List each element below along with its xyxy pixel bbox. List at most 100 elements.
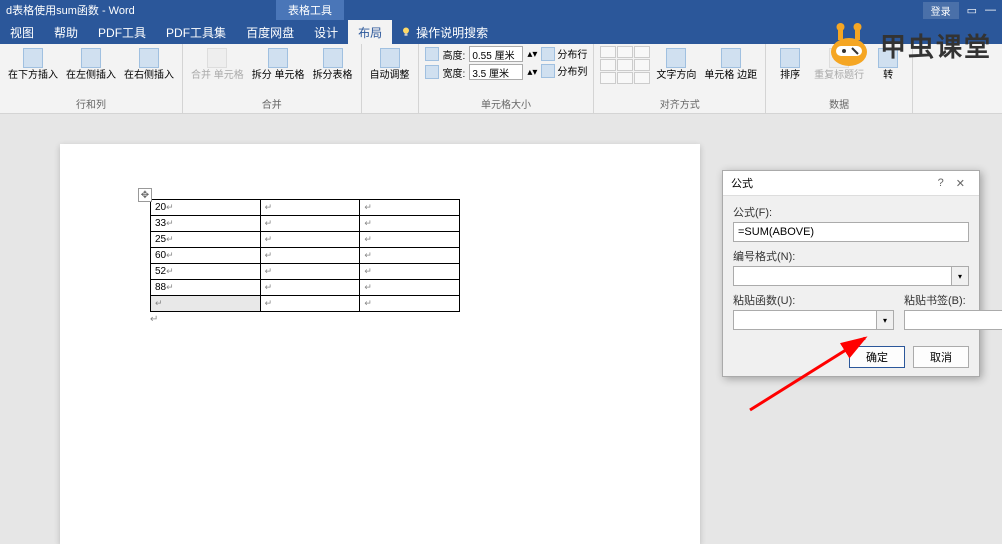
format-input[interactable] <box>733 266 951 286</box>
group-cell-size: 高度: ▴▾ 宽度: ▴▾ 分布行 分布列 单元格大小 <box>419 44 595 113</box>
dialog-close-button[interactable]: ✕ <box>950 177 971 190</box>
formula-input[interactable] <box>733 222 969 242</box>
tab-baidu[interactable]: 百度网盘 <box>236 20 304 45</box>
table-cell[interactable]: ↵ <box>360 264 460 280</box>
cell-margins-button[interactable]: 单元格 边距 <box>702 46 759 84</box>
group-label: 数据 <box>772 94 906 111</box>
table-cell[interactable]: ↵ <box>260 264 360 280</box>
table-cell[interactable]: 52↵ <box>151 264 261 280</box>
tab-pdf-toolset[interactable]: PDF工具集 <box>156 20 236 45</box>
width-input[interactable] <box>469 64 523 80</box>
insert-below-button[interactable]: 在下方插入 <box>6 46 60 84</box>
dialog-titlebar[interactable]: 公式 ? ✕ <box>723 171 979 196</box>
group-autofit: 自动调整 <box>362 44 419 113</box>
paste-bookmark-input[interactable] <box>904 310 1002 330</box>
sort-button[interactable]: 排序 <box>772 46 808 84</box>
table-cell[interactable]: 20↵ <box>151 200 261 216</box>
table-cell[interactable]: ↵ <box>360 216 460 232</box>
autofit-icon <box>380 48 400 68</box>
split-table-button[interactable]: 拆分表格 <box>311 46 355 84</box>
align-mr[interactable] <box>634 59 650 71</box>
table-cell[interactable]: ↵ <box>360 296 460 312</box>
group-alignment: 文字方向 单元格 边距 对齐方式 <box>594 44 766 113</box>
table-row[interactable]: 88↵↵↵ <box>151 280 460 296</box>
ribbon-display-icon[interactable]: ▭ <box>967 4 977 17</box>
paste-func-combo[interactable]: ▾ <box>733 310 894 330</box>
word-table[interactable]: 20↵↵↵33↵↵↵25↵↵↵60↵↵↵52↵↵↵88↵↵↵↵↵↵ <box>150 199 460 312</box>
window-title: d表格使用sum函数 - Word <box>6 2 135 18</box>
height-icon <box>425 47 439 61</box>
format-combo[interactable]: ▾ <box>733 266 969 286</box>
align-bc[interactable] <box>617 72 633 84</box>
tab-layout[interactable]: 布局 <box>348 20 392 45</box>
paste-func-input[interactable] <box>733 310 876 330</box>
dist-cols-icon <box>541 64 555 78</box>
table-cell[interactable]: ↵ <box>151 296 261 312</box>
title-bar: d表格使用sum函数 - Word 登录 ▭ — <box>0 0 1002 20</box>
text-direction-button[interactable]: 文字方向 <box>654 46 698 84</box>
autofit-button[interactable]: 自动调整 <box>368 46 412 84</box>
align-mc[interactable] <box>617 59 633 71</box>
align-br[interactable] <box>634 72 650 84</box>
group-label: 单元格大小 <box>425 94 588 111</box>
insert-right-button[interactable]: 在右侧插入 <box>122 46 176 84</box>
tab-view[interactable]: 视图 <box>0 20 44 45</box>
login-button[interactable]: 登录 <box>923 2 959 19</box>
table-cell[interactable]: ↵ <box>360 280 460 296</box>
chevron-down-icon[interactable]: ▾ <box>951 266 969 286</box>
page[interactable]: ✥ 20↵↵↵33↵↵↵25↵↵↵60↵↵↵52↵↵↵88↵↵↵↵↵↵ ↵ <box>60 144 700 544</box>
tab-help[interactable]: 帮助 <box>44 20 88 45</box>
paste-bookmark-combo[interactable]: ▾ <box>904 310 1002 330</box>
table-cell[interactable]: ↵ <box>260 200 360 216</box>
tell-me-search[interactable]: 操作说明搜索 <box>400 24 488 41</box>
paste-func-label: 粘贴函数(U): <box>733 292 894 308</box>
split-cells-button[interactable]: 拆分 单元格 <box>250 46 307 84</box>
table-row[interactable]: 20↵↵↵ <box>151 200 460 216</box>
table-cell[interactable]: ↵ <box>360 232 460 248</box>
insert-left-button[interactable]: 在左侧插入 <box>64 46 118 84</box>
table-cell[interactable]: 25↵ <box>151 232 261 248</box>
align-tc[interactable] <box>617 46 633 58</box>
table-cell[interactable]: ↵ <box>260 232 360 248</box>
table-cell[interactable]: ↵ <box>260 296 360 312</box>
ok-button[interactable]: 确定 <box>849 346 905 368</box>
table-cell[interactable]: ↵ <box>260 216 360 232</box>
insert-below-icon <box>23 48 43 68</box>
table-row[interactable]: 33↵↵↵ <box>151 216 460 232</box>
minimize-icon[interactable]: — <box>985 4 996 16</box>
table-cell[interactable]: ↵ <box>360 248 460 264</box>
cell-margins-icon <box>721 48 741 68</box>
table-row[interactable]: 25↵↵↵ <box>151 232 460 248</box>
lightbulb-icon <box>400 26 412 38</box>
spinner-icon[interactable]: ▴▾ <box>527 67 537 78</box>
text-direction-icon <box>666 48 686 68</box>
group-label: 行和列 <box>6 94 176 111</box>
table-row[interactable]: 52↵↵↵ <box>151 264 460 280</box>
alignment-grid <box>600 46 650 84</box>
table-cell[interactable]: ↵ <box>260 280 360 296</box>
table-cell[interactable]: ↵ <box>360 200 460 216</box>
distribute-rows-button[interactable]: 分布行 <box>541 46 587 61</box>
align-ml[interactable] <box>600 59 616 71</box>
align-bl[interactable] <box>600 72 616 84</box>
align-tr[interactable] <box>634 46 650 58</box>
table-cell[interactable]: 88↵ <box>151 280 261 296</box>
table-cell[interactable]: 33↵ <box>151 216 261 232</box>
cancel-button[interactable]: 取消 <box>913 346 969 368</box>
dialog-help-button[interactable]: ? <box>932 177 950 189</box>
align-tl[interactable] <box>600 46 616 58</box>
table-cell[interactable]: 60↵ <box>151 248 261 264</box>
table-row[interactable]: 60↵↵↵ <box>151 248 460 264</box>
tab-design[interactable]: 设计 <box>304 20 348 45</box>
table-cell[interactable]: ↵ <box>260 248 360 264</box>
watermark-text: 甲虫课堂 <box>880 27 992 64</box>
chevron-down-icon[interactable]: ▾ <box>876 310 894 330</box>
merge-cells-icon <box>207 48 227 68</box>
merge-cells-button: 合并 单元格 <box>189 46 246 84</box>
table-row[interactable]: ↵↵↵ <box>151 296 460 312</box>
tab-pdf-tool[interactable]: PDF工具 <box>88 20 156 45</box>
spinner-icon[interactable]: ▴▾ <box>527 49 537 60</box>
group-merge: 合并 单元格 拆分 单元格 拆分表格 合并 <box>183 44 362 113</box>
height-input[interactable] <box>469 46 523 62</box>
distribute-cols-button[interactable]: 分布列 <box>541 63 587 78</box>
